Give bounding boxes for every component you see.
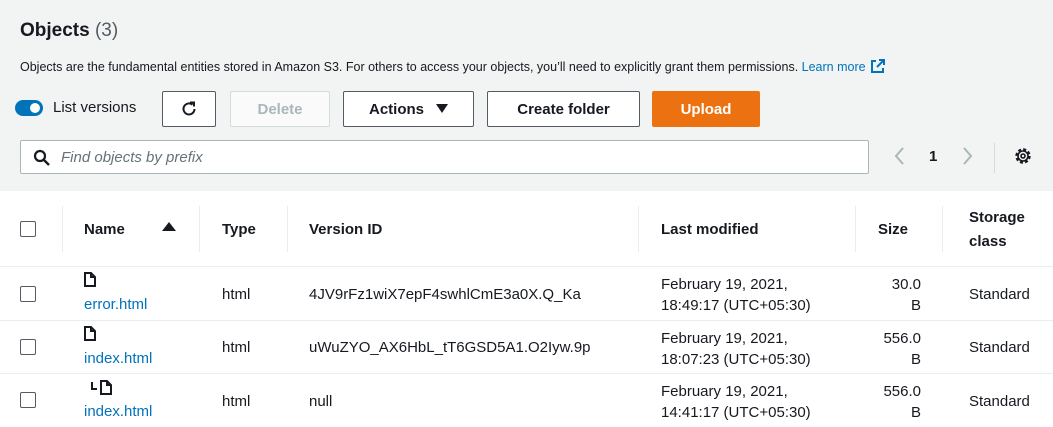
size-value: 556.0	[883, 330, 921, 347]
next-page-icon[interactable]	[960, 146, 974, 166]
objects-panel-header: Objects (3) Objects are the fundamental …	[0, 0, 1053, 191]
list-versions-toggle[interactable]	[15, 100, 43, 116]
pager-divider	[994, 143, 995, 173]
row-divider	[0, 320, 1053, 321]
storage-class: Standard	[969, 286, 1030, 303]
select-all-checkbox[interactable]	[20, 221, 36, 237]
last-modified: February 19, 2021, 18:49:17 (UTC+05:30)	[661, 274, 811, 316]
current-page[interactable]: 1	[929, 148, 937, 165]
size-value: 556.0	[883, 383, 921, 400]
description: Objects are the fundamental entities sto…	[20, 58, 886, 77]
column-header-size[interactable]: Size	[878, 221, 908, 238]
size-value: 30.0	[891, 276, 921, 293]
version-id: 4JV9rFz1wiX7epF4swhlCmE3a0X.Q_Ka	[309, 286, 581, 303]
object-count: (3)	[94, 20, 119, 41]
create-folder-button[interactable]: Create folder	[487, 91, 640, 127]
row-checkbox[interactable]	[20, 339, 36, 355]
last-modified: February 19, 2021, 18:07:23 (UTC+05:30)	[661, 328, 811, 370]
last-modified-date: February 19, 2021,	[661, 330, 788, 347]
object-type: html	[222, 286, 251, 303]
page-title: Objects (3)	[20, 20, 118, 42]
size-unit: B	[910, 404, 921, 421]
version-id: null	[309, 393, 333, 410]
last-modified: February 19, 2021, 14:41:17 (UTC+05:30)	[661, 381, 811, 423]
previous-page-icon[interactable]	[893, 146, 907, 166]
column-divider	[199, 206, 200, 252]
external-link-icon[interactable]	[870, 58, 886, 77]
row-checkbox[interactable]	[20, 392, 36, 408]
object-size: 30.0 B	[881, 274, 921, 316]
last-modified-time: 14:41:17 (UTC+05:30)	[661, 404, 811, 421]
column-header-storage-class-line1[interactable]: Storage	[969, 209, 1025, 226]
object-type: html	[222, 393, 251, 410]
size-unit: B	[910, 351, 921, 368]
caret-down-icon	[436, 104, 448, 113]
column-header-storage-class-line2[interactable]: class	[969, 233, 1007, 250]
storage-class: Standard	[969, 339, 1030, 356]
toggle-knob	[30, 103, 40, 113]
size-unit: B	[910, 297, 921, 314]
last-modified-date: February 19, 2021,	[661, 383, 788, 400]
column-header-name[interactable]: Name	[84, 221, 125, 238]
title-text: Objects	[20, 20, 90, 41]
column-divider	[287, 206, 288, 252]
column-header-type[interactable]: Type	[222, 221, 256, 238]
refresh-button[interactable]	[162, 91, 216, 127]
version-id: uWuZYO_AX6HbL_tT6GSD5A1.O2Iyw.9p	[309, 339, 591, 356]
description-text: Objects are the fundamental entities sto…	[20, 60, 799, 74]
sort-ascending-icon[interactable]	[162, 222, 176, 231]
version-file-icon	[91, 380, 112, 395]
object-name-link[interactable]: index.html	[84, 350, 152, 367]
column-divider	[942, 206, 943, 252]
delete-button[interactable]: Delete	[230, 91, 330, 127]
actions-button[interactable]: Actions	[343, 91, 474, 127]
gear-icon[interactable]	[1013, 146, 1033, 166]
object-size: 556.0 B	[881, 381, 921, 423]
column-divider	[855, 206, 856, 252]
object-type: html	[222, 339, 251, 356]
object-name-link[interactable]: error.html	[84, 296, 147, 313]
learn-more-link[interactable]: Learn more	[802, 60, 866, 74]
column-divider	[638, 206, 639, 252]
storage-class: Standard	[969, 393, 1030, 410]
search-input[interactable]	[61, 147, 851, 167]
upload-button[interactable]: Upload	[652, 91, 760, 127]
row-checkbox[interactable]	[20, 286, 36, 302]
column-header-last-modified[interactable]: Last modified	[661, 221, 759, 238]
file-icon	[84, 326, 96, 341]
row-divider	[0, 373, 1053, 374]
search-icon	[33, 149, 50, 166]
object-name-link[interactable]: index.html	[84, 403, 152, 420]
column-divider	[62, 206, 63, 252]
search-box[interactable]	[20, 140, 869, 174]
actions-label: Actions	[368, 100, 424, 118]
last-modified-time: 18:49:17 (UTC+05:30)	[661, 297, 811, 314]
file-icon	[84, 272, 96, 287]
last-modified-time: 18:07:23 (UTC+05:30)	[661, 351, 811, 368]
column-header-version-id[interactable]: Version ID	[309, 221, 382, 238]
object-size: 556.0 B	[881, 328, 921, 370]
last-modified-date: February 19, 2021,	[661, 276, 788, 293]
refresh-icon	[182, 101, 196, 116]
row-divider	[0, 266, 1053, 267]
list-versions-label: List versions	[53, 99, 137, 116]
